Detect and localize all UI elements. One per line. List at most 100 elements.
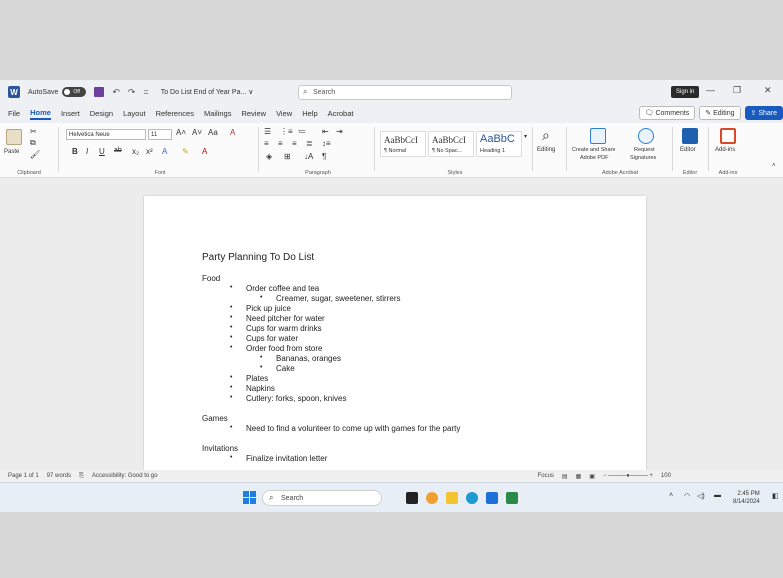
comments-button[interactable]: 🗨 Comments	[638, 106, 696, 120]
create-pdf-icon[interactable]	[590, 128, 606, 144]
align-center-icon[interactable]: ≡	[278, 139, 283, 148]
request-label[interactable]: Request	[634, 147, 655, 153]
document-title[interactable]: To Do List End of Year Pa... ∨	[161, 88, 254, 96]
cut-icon[interactable]: ✂	[30, 127, 37, 136]
show-formatting-icon[interactable]: ¶	[322, 152, 326, 161]
autosave-toggle[interactable]: Off	[62, 87, 87, 97]
style-no-spacing[interactable]: AaBbCcI ¶ No Spac...	[428, 131, 474, 157]
zoom-level[interactable]: 100	[661, 473, 671, 479]
edge-icon[interactable]	[466, 492, 478, 504]
battery-icon[interactable]: ▬	[714, 492, 721, 499]
style-heading-1[interactable]: AaBbC Heading 1	[476, 131, 522, 157]
format-painter-icon[interactable]: 🖌	[30, 150, 40, 159]
excel-icon[interactable]	[506, 492, 518, 504]
task-view-icon[interactable]	[406, 492, 418, 504]
zoom-slider[interactable]: − ———●——— +	[603, 473, 653, 479]
sign-in-button[interactable]: Sign in	[671, 86, 700, 98]
editing-label[interactable]: Editing	[537, 147, 555, 153]
italic-icon[interactable]: I	[86, 147, 88, 156]
style-normal[interactable]: AaBbCcI ¶ Normal	[380, 131, 426, 157]
underline-icon[interactable]: U	[99, 147, 105, 156]
tab-insert[interactable]: Insert	[61, 109, 80, 118]
minimize-icon[interactable]: —	[706, 85, 715, 95]
widgets-icon[interactable]	[426, 492, 438, 504]
grow-font-icon[interactable]: A˄	[176, 128, 186, 137]
save-icon[interactable]	[94, 87, 105, 97]
find-icon[interactable]: ⌕	[542, 127, 550, 144]
signatures-label[interactable]: Signatures	[630, 155, 656, 161]
tab-view[interactable]: View	[276, 109, 292, 118]
accessibility-status[interactable]: Accessibility: Good to go	[92, 473, 158, 479]
font-color-icon[interactable]: A	[202, 147, 207, 156]
search-input[interactable]: ⌕ Search	[298, 85, 512, 100]
tab-design[interactable]: Design	[90, 109, 113, 118]
bold-icon[interactable]: B	[72, 147, 78, 156]
taskbar-search-input[interactable]: ⌕ Search	[262, 490, 382, 506]
copy-icon[interactable]: ⧉	[30, 138, 36, 148]
paste-label[interactable]: Paste	[4, 149, 19, 155]
tab-file[interactable]: File	[8, 109, 20, 118]
undo-icon[interactable]: ↶	[112, 87, 120, 98]
editing-mode-button[interactable]: ✎ Editing	[699, 106, 741, 120]
borders-icon[interactable]: ⊞	[284, 152, 291, 161]
tab-mailings[interactable]: Mailings	[204, 109, 232, 118]
sort-icon[interactable]: ↓A	[304, 152, 313, 161]
multilevel-list-icon[interactable]: ≔	[298, 127, 306, 136]
clear-formatting-icon[interactable]: A	[230, 128, 235, 137]
close-icon[interactable]: ✕	[764, 85, 772, 96]
word-count[interactable]: 97 words	[47, 473, 71, 479]
bullets-icon[interactable]: ☰	[264, 127, 271, 136]
shrink-font-icon[interactable]: A˅	[192, 128, 202, 137]
change-case-icon[interactable]: Aa	[208, 128, 218, 137]
editor-label[interactable]: Editor	[680, 147, 696, 153]
addins-icon[interactable]	[720, 128, 736, 144]
text-effects-icon[interactable]: A	[162, 147, 167, 156]
tray-chevron-icon[interactable]: ˄	[669, 492, 673, 499]
tab-layout[interactable]: Layout	[123, 109, 146, 118]
focus-mode-button[interactable]: Focus	[538, 473, 554, 479]
outlook-icon[interactable]	[486, 492, 498, 504]
volume-icon[interactable]: ◁)	[697, 492, 705, 500]
font-name-select[interactable]: Helvetica Neue	[66, 129, 146, 140]
restore-icon[interactable]: ❐	[733, 85, 741, 96]
taskbar-clock[interactable]: 2:45 PM 8/14/2024	[733, 490, 760, 506]
line-spacing-icon[interactable]: ↕≡	[322, 139, 331, 148]
align-right-icon[interactable]: ≡	[292, 139, 297, 148]
superscript-icon[interactable]: x²	[146, 147, 153, 156]
page-count[interactable]: Page 1 of 1	[8, 473, 39, 479]
create-share-label[interactable]: Create and Share	[572, 147, 615, 153]
redo-icon[interactable]: ↷	[128, 87, 136, 98]
subscript-icon[interactable]: x₂	[132, 147, 139, 156]
shading-icon[interactable]: ◈	[266, 152, 272, 161]
customize-toolbar-icon[interactable]: =	[143, 87, 148, 97]
font-size-select[interactable]: 11	[148, 129, 172, 140]
tab-references[interactable]: References	[156, 109, 194, 118]
styles-more-icon[interactable]: ▾	[524, 133, 527, 140]
web-layout-icon[interactable]: ▣	[589, 473, 595, 480]
share-button[interactable]: ⇪ Share	[744, 106, 783, 120]
decrease-indent-icon[interactable]: ⇤	[322, 127, 329, 136]
wifi-icon[interactable]: ◠	[684, 492, 690, 500]
justify-icon[interactable]: ≣	[306, 139, 313, 148]
windows-start-icon[interactable]	[243, 491, 256, 504]
tab-home[interactable]: Home	[30, 108, 51, 120]
align-left-icon[interactable]: ≡	[264, 139, 269, 148]
proofing-icon[interactable]: ⎘	[79, 473, 84, 480]
strikethrough-icon[interactable]: ab	[114, 147, 122, 154]
document-page[interactable]: Party Planning To Do List Food • Order c…	[144, 196, 646, 470]
paste-icon[interactable]	[6, 129, 22, 145]
addins-label[interactable]: Add-ins	[715, 147, 735, 153]
request-signatures-icon[interactable]	[638, 128, 654, 144]
adobe-pdf-label[interactable]: Adobe PDF	[580, 155, 608, 161]
tab-acrobat[interactable]: Acrobat	[328, 109, 354, 118]
highlight-icon[interactable]: ✎	[182, 147, 189, 156]
numbering-icon[interactable]: ⋮≡	[280, 127, 293, 136]
collapse-ribbon-icon[interactable]: ˄	[772, 163, 776, 169]
editor-icon[interactable]	[682, 128, 698, 144]
increase-indent-icon[interactable]: ⇥	[336, 127, 343, 136]
print-layout-icon[interactable]: ▦	[576, 473, 582, 480]
file-explorer-icon[interactable]	[446, 492, 458, 504]
read-mode-icon[interactable]: ▤	[562, 473, 568, 480]
notifications-icon[interactable]: ◧	[772, 492, 779, 500]
tab-help[interactable]: Help	[302, 109, 317, 118]
